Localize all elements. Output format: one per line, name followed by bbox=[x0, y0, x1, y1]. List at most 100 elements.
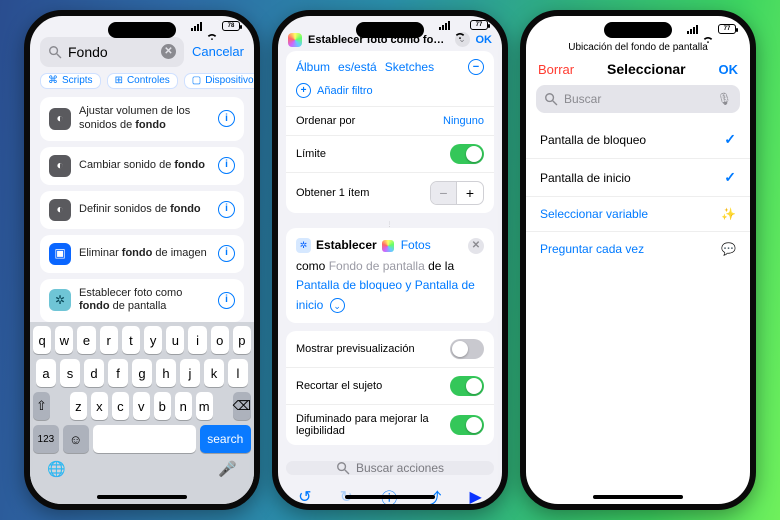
key-x[interactable]: x bbox=[91, 392, 108, 420]
mic-icon[interactable]: 🎤 bbox=[218, 460, 237, 478]
wifi-icon bbox=[206, 22, 218, 31]
set-wallpaper-action[interactable]: ✲ Establecer Fotos ✕ como Fondo de panta… bbox=[286, 228, 494, 323]
key-u[interactable]: u bbox=[166, 326, 184, 354]
sound-icon: ◐ bbox=[49, 199, 71, 221]
info-icon[interactable]: i bbox=[218, 292, 235, 309]
add-filter-button[interactable]: + Añadir filtro bbox=[286, 79, 494, 106]
wallpaper-slot[interactable]: Fondo de pantalla bbox=[329, 259, 425, 273]
result-item[interactable]: ◐ Cambiar sonido de fondo i bbox=[40, 147, 244, 185]
stepper-plus[interactable]: + bbox=[457, 182, 483, 204]
location-list: Pantalla de bloqueo ✓ Pantalla de inicio… bbox=[526, 121, 750, 266]
blur-toggle[interactable] bbox=[450, 415, 484, 435]
info-icon[interactable]: i bbox=[218, 245, 235, 262]
close-icon[interactable]: ✕ bbox=[468, 238, 484, 254]
option-preview: Mostrar previsualización bbox=[286, 331, 494, 367]
key-t[interactable]: t bbox=[122, 326, 140, 354]
list-item[interactable]: Pantalla de inicio ✓ bbox=[526, 159, 750, 197]
key-d[interactable]: d bbox=[84, 359, 104, 387]
keyboard[interactable]: qwertyuiop asdfghjkl ⇧ zxcvbnm ⌫ 123 ☺ s… bbox=[30, 322, 254, 504]
undo-icon[interactable]: ↺ bbox=[298, 487, 311, 507]
ok-button[interactable]: OK bbox=[718, 62, 738, 77]
sound-icon: ◐ bbox=[49, 108, 71, 130]
wallpaper-target[interactable]: Pantalla de bloqueo y Pantalla de inicio bbox=[296, 278, 475, 311]
chip-controls[interactable]: ⊞Controles bbox=[107, 73, 178, 89]
connector-icon bbox=[278, 221, 502, 228]
space-key[interactable] bbox=[93, 425, 196, 453]
key-y[interactable]: y bbox=[144, 326, 162, 354]
key-l[interactable]: l bbox=[228, 359, 248, 387]
shift-key[interactable]: ⇧ bbox=[33, 392, 50, 420]
checkmark-icon: ✓ bbox=[724, 169, 736, 186]
wifi-icon bbox=[454, 21, 466, 30]
get-item-row: Obtener 1 ítem −+ bbox=[286, 172, 494, 213]
filter-token[interactable]: es/está bbox=[338, 60, 377, 74]
crop-toggle[interactable] bbox=[450, 376, 484, 396]
search-actions-button[interactable]: Buscar acciones bbox=[286, 461, 494, 475]
result-item[interactable]: ◐ Definir sonidos de fondo i bbox=[40, 191, 244, 229]
key-q[interactable]: q bbox=[33, 326, 51, 354]
key-i[interactable]: i bbox=[188, 326, 206, 354]
home-indicator[interactable] bbox=[345, 495, 435, 499]
count-stepper[interactable]: −+ bbox=[430, 181, 484, 205]
result-label: Establecer foto como fondo de pantalla bbox=[79, 287, 210, 315]
chip-scripts[interactable]: ⌘Scripts bbox=[40, 73, 101, 89]
photos-variable[interactable]: Fotos bbox=[401, 236, 431, 255]
key-o[interactable]: o bbox=[211, 326, 229, 354]
key-s[interactable]: s bbox=[60, 359, 80, 387]
key-e[interactable]: e bbox=[77, 326, 95, 354]
expand-icon[interactable]: ⌄ bbox=[330, 298, 345, 313]
action-options: Mostrar previsualización Recortar el suj… bbox=[286, 331, 494, 445]
key-m[interactable]: m bbox=[196, 392, 213, 420]
action-verb: Establecer bbox=[316, 236, 377, 255]
order-by-row[interactable]: Ordenar por Ninguno bbox=[286, 106, 494, 135]
key-k[interactable]: k bbox=[204, 359, 224, 387]
backspace-key[interactable]: ⌫ bbox=[233, 392, 251, 420]
result-item[interactable]: ▣ Eliminar fondo de imagen i bbox=[40, 235, 244, 273]
remove-filter-icon[interactable]: − bbox=[468, 59, 484, 75]
key-v[interactable]: v bbox=[133, 392, 150, 420]
stepper-minus[interactable]: − bbox=[431, 182, 457, 204]
done-button[interactable]: OK bbox=[476, 34, 493, 46]
globe-icon[interactable]: 🌐 bbox=[47, 460, 66, 478]
cancel-button[interactable]: Cancelar bbox=[192, 44, 244, 59]
info-icon[interactable]: i bbox=[218, 157, 235, 174]
key-z[interactable]: z bbox=[70, 392, 87, 420]
home-indicator[interactable] bbox=[593, 495, 683, 499]
select-variable-button[interactable]: Seleccionar variable ✨ bbox=[526, 197, 750, 232]
search-input[interactable]: Buscar 🎙 bbox=[536, 85, 740, 113]
key-g[interactable]: g bbox=[132, 359, 152, 387]
home-indicator[interactable] bbox=[97, 495, 187, 499]
key-j[interactable]: j bbox=[180, 359, 200, 387]
numbers-key[interactable]: 123 bbox=[33, 425, 59, 453]
search-input[interactable]: Fondo ✕ bbox=[40, 37, 184, 67]
preview-toggle[interactable] bbox=[450, 339, 484, 359]
key-f[interactable]: f bbox=[108, 359, 128, 387]
emoji-key[interactable]: ☺ bbox=[63, 425, 89, 453]
info-icon[interactable]: i bbox=[218, 110, 235, 127]
key-w[interactable]: w bbox=[55, 326, 73, 354]
key-b[interactable]: b bbox=[154, 392, 171, 420]
ask-each-time-button[interactable]: Preguntar cada vez 💬 bbox=[526, 232, 750, 266]
result-item[interactable]: ✲ Establecer foto como fondo de pantalla… bbox=[40, 279, 244, 323]
key-a[interactable]: a bbox=[36, 359, 56, 387]
list-item[interactable]: Pantalla de bloqueo ✓ bbox=[526, 121, 750, 159]
key-p[interactable]: p bbox=[233, 326, 251, 354]
key-r[interactable]: r bbox=[100, 326, 118, 354]
delete-button[interactable]: Borrar bbox=[538, 62, 574, 77]
search-key[interactable]: search bbox=[200, 425, 252, 453]
search-icon bbox=[336, 461, 350, 475]
filter-token[interactable]: Sketches bbox=[385, 60, 434, 74]
key-h[interactable]: h bbox=[156, 359, 176, 387]
result-item[interactable]: ◐ Ajustar volumen de los sonidos de fond… bbox=[40, 97, 244, 141]
clear-icon[interactable]: ✕ bbox=[161, 44, 176, 59]
result-label: Eliminar fondo de imagen bbox=[79, 247, 210, 261]
sheet-title: Seleccionar bbox=[607, 61, 686, 77]
chip-devices[interactable]: ▢Dispositivo bbox=[184, 73, 254, 89]
play-icon[interactable]: ▶ bbox=[470, 487, 482, 507]
key-n[interactable]: n bbox=[175, 392, 192, 420]
filter-token[interactable]: Álbum bbox=[296, 60, 330, 74]
key-c[interactable]: c bbox=[112, 392, 129, 420]
mic-icon[interactable]: 🎙 bbox=[717, 92, 732, 106]
info-icon[interactable]: i bbox=[218, 201, 235, 218]
limit-toggle[interactable] bbox=[450, 144, 484, 164]
